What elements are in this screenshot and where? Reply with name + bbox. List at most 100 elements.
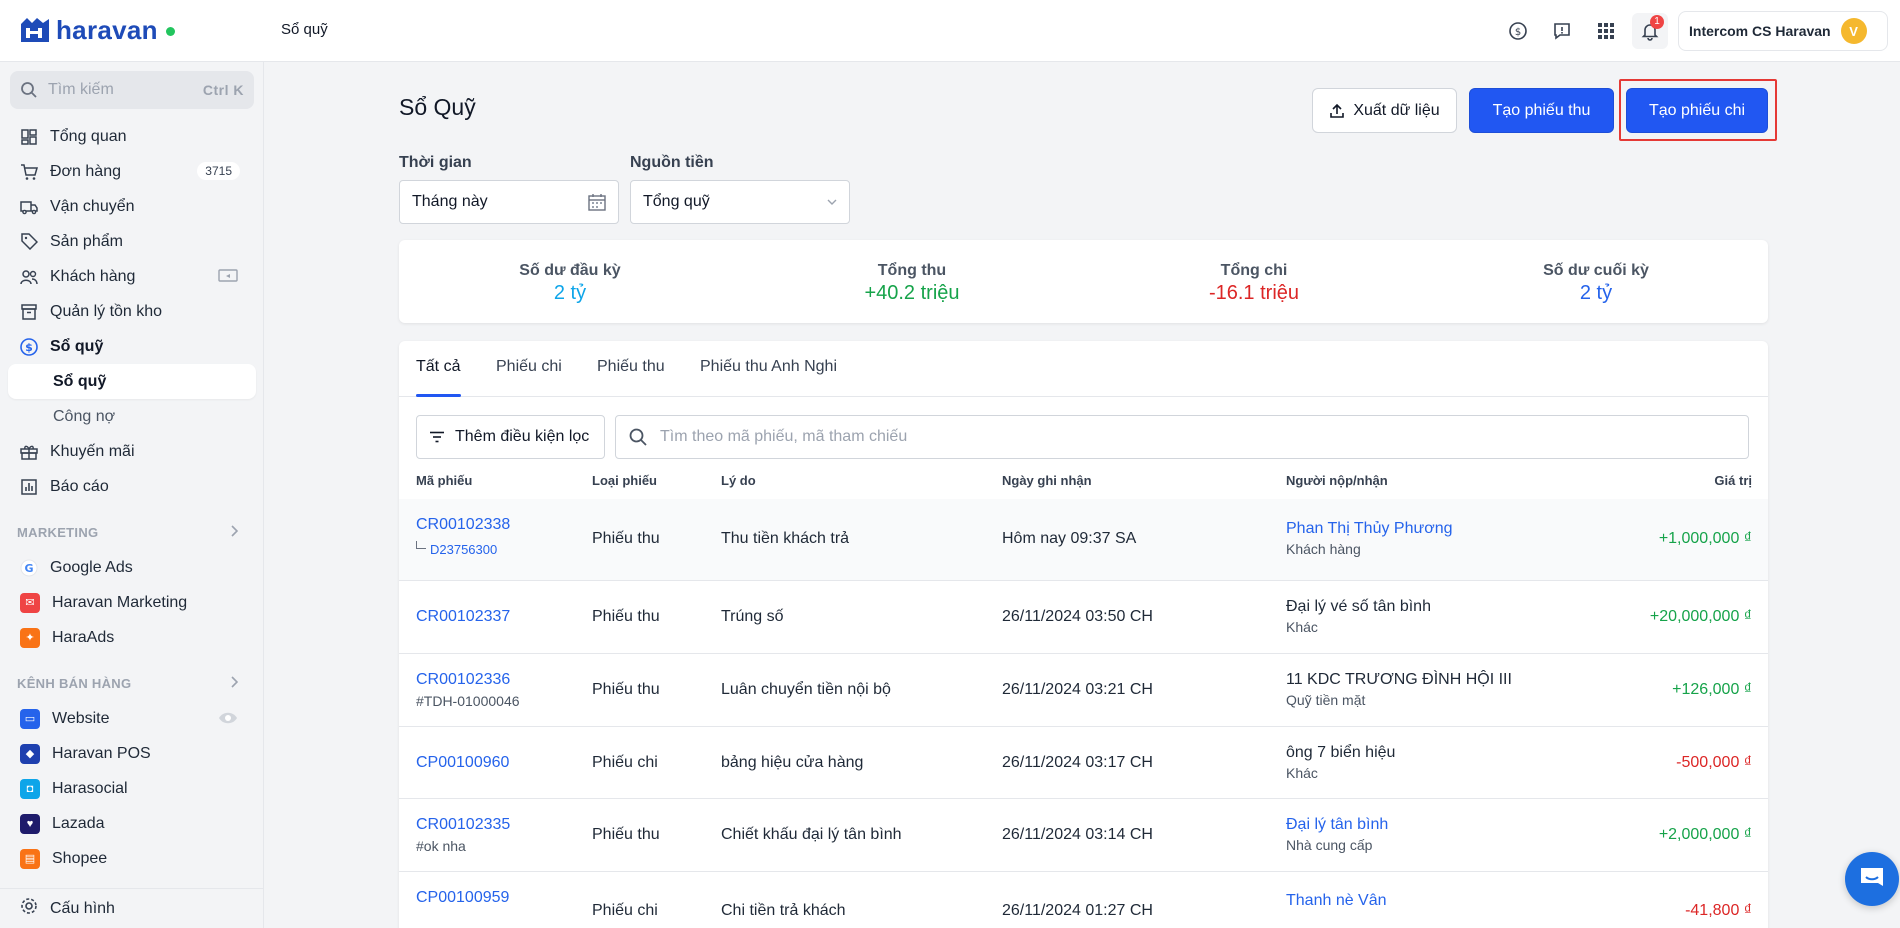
search-shortcut: Ctrl K <box>202 82 244 98</box>
table-row[interactable]: CR00102336 #TDH-01000046 Phiếu thu Luân … <box>399 654 1768 727</box>
eye-icon[interactable] <box>218 711 238 730</box>
table-search-input[interactable]: Tìm theo mã phiếu, mã tham chiếu <box>615 415 1749 459</box>
sidebar-item-haravan-pos[interactable]: ◆ Haravan POS <box>0 736 263 771</box>
tab-receipts-anh-nghi[interactable]: Phiếu thu Anh Nghi <box>700 358 837 376</box>
summary-label: Tổng thu <box>877 262 947 279</box>
summary-value: 2 tỷ <box>553 282 587 304</box>
voucher-reason: bảng hiệu cửa hàng <box>721 754 864 771</box>
summary-closing-balance: Số dư cuối kỳ 2 tỷ <box>1425 240 1767 323</box>
sidebar-item-website[interactable]: ▭ Website <box>0 701 263 736</box>
account-menu[interactable]: Intercom CS Haravan V <box>1678 11 1888 51</box>
table-row[interactable]: CR00102335 #ok nha Phiếu thu Chiết khấu … <box>399 799 1768 872</box>
voucher-code-link[interactable]: CR00102338 <box>416 516 510 534</box>
party-name: 11 KDC TRƯƠNG ĐÌNH HỘI III <box>1286 671 1512 688</box>
notification-bell-icon[interactable]: 1 <box>1632 13 1668 49</box>
sidebar-item-inventory[interactable]: Quản lý tồn kho <box>0 294 263 329</box>
sidebar-item-products[interactable]: Sản phẩm <box>0 224 263 259</box>
sidebar-item-label: Vận chuyển <box>50 197 135 215</box>
calendar-icon <box>588 194 606 211</box>
column-header[interactable]: Loại phiếu <box>592 473 657 488</box>
column-header[interactable]: Người nộp/nhận <box>1286 473 1388 488</box>
source-filter-value: Tổng quỹ <box>643 193 710 210</box>
sidebar-item-overview[interactable]: Tổng quan <box>0 119 263 154</box>
voucher-code-link[interactable]: CR00102336 <box>416 671 510 689</box>
sidebar-item-shipping[interactable]: Vận chuyển <box>0 189 263 224</box>
source-filter-label: Nguồn tiền <box>630 154 714 171</box>
sidebar-item-label: Đơn hàng <box>50 162 121 180</box>
sidebar-item-reports[interactable]: Báo cáo <box>0 469 263 504</box>
sidebar-item-label: Khuyến mãi <box>50 442 135 460</box>
export-data-button[interactable]: Xuất dữ liệu <box>1312 88 1457 133</box>
chevron-down-icon <box>827 199 837 205</box>
table-row[interactable]: CP00100959 Phiếu chi Chi tiền trả khách … <box>399 872 1768 928</box>
voucher-code-link[interactable]: CP00100960 <box>416 754 509 772</box>
haravan-logo[interactable]: haravan <box>18 14 175 46</box>
sidebar-search[interactable]: Tìm kiếm Ctrl K <box>10 71 254 109</box>
sidebar-item-harasocial[interactable]: ◘ Harasocial <box>0 771 263 806</box>
page-title: Sổ Quỹ <box>399 94 476 120</box>
create-payment-button[interactable]: Tạo phiếu chi <box>1626 88 1768 133</box>
sidebar-item-settings[interactable]: Cấu hình <box>0 888 263 928</box>
party-link[interactable]: Thanh nè Vân <box>1286 892 1387 910</box>
voucher-code-link[interactable]: CR00102337 <box>416 608 510 626</box>
sidebar-item-google-ads[interactable]: G Google Ads <box>0 550 263 585</box>
google-icon: G <box>20 559 38 577</box>
table-row[interactable]: CR00102338 D23756300 Phiếu thu Thu tiền … <box>399 499 1768 581</box>
sidebar-item-customers[interactable]: Khách hàng <box>0 259 263 294</box>
party-type: Khác <box>1286 619 1318 635</box>
table-row[interactable]: CR00102337 Phiếu thu Trúng số 26/11/2024… <box>399 581 1768 654</box>
sidebar-item-haraads[interactable]: ✦ HaraAds <box>0 620 263 655</box>
cart-icon <box>20 163 38 181</box>
top-bar: haravan Sổ quỹ $ 1 Intercom CS Haravan V <box>0 0 1900 62</box>
column-header[interactable]: Giá trị <box>1714 473 1752 488</box>
sidebar-subitem-debt[interactable]: Công nợ <box>0 399 263 434</box>
search-input[interactable]: Tìm kiếm <box>48 81 193 99</box>
column-header[interactable]: Mã phiếu <box>416 473 472 488</box>
sidebar-item-lazada[interactable]: ♥ Lazada <box>0 806 263 841</box>
voucher-type: Phiếu thu <box>592 826 660 843</box>
time-filter-value: Tháng này <box>412 193 488 210</box>
sidebar-subitem-cashbook[interactable]: Sổ quỹ <box>8 364 256 399</box>
sidebar-item-shopee[interactable]: ▤ Shopee <box>0 841 263 876</box>
screen-share-icon[interactable] <box>218 268 238 289</box>
voucher-code-link[interactable]: CR00102335 <box>416 816 510 834</box>
tab-all[interactable]: Tất cả <box>416 358 460 376</box>
column-header[interactable]: Ngày ghi nhận <box>1002 473 1092 488</box>
apps-grid-icon[interactable] <box>1588 13 1624 49</box>
website-icon: ▭ <box>20 708 40 729</box>
summary-label: Số dư cuối kỳ <box>1543 262 1649 279</box>
marketing-section-header[interactable]: MARKETING <box>0 514 263 550</box>
sidebar-item-haravan-marketing[interactable]: ✉ Haravan Marketing <box>0 585 263 620</box>
party-link[interactable]: Đại lý tân bình <box>1286 816 1388 834</box>
cash-cycle-icon[interactable]: $ <box>1500 13 1536 49</box>
create-receipt-button[interactable]: Tạo phiếu thu <box>1469 88 1614 133</box>
add-filter-button[interactable]: Thêm điều kiện lọc <box>416 415 605 459</box>
voucher-date: 26/11/2024 03:21 CH <box>1002 681 1153 698</box>
source-filter-select[interactable]: Tổng quỹ <box>630 180 850 224</box>
party-link[interactable]: Phan Thị Thủy Phương <box>1286 520 1453 538</box>
column-header[interactable]: Lý do <box>721 473 756 488</box>
summary-total-income: Tổng thu +40.2 triệu <box>741 240 1083 323</box>
voucher-amount: +2,000,000 ₫ <box>1658 826 1752 843</box>
reference-link[interactable]: D23756300 <box>430 542 497 557</box>
dashboard-icon <box>20 128 38 146</box>
sidebar-item-promotions[interactable]: Khuyến mãi <box>0 434 263 469</box>
summary-panel: Số dư đầu kỳ 2 tỷ Tổng thu +40.2 triệu T… <box>399 240 1768 323</box>
transactions-card: Tất cả Phiếu chi Phiếu thu Phiếu thu Anh… <box>399 341 1768 928</box>
table-row[interactable]: CP00100960 Phiếu chi bảng hiệu cửa hàng … <box>399 727 1768 799</box>
tab-payments[interactable]: Phiếu chi <box>496 358 562 376</box>
sales-channels-section-header[interactable]: KÊNH BÁN HÀNG <box>0 665 263 701</box>
sidebar-item-orders[interactable]: Đơn hàng 3715 <box>0 154 263 189</box>
sidebar: Tìm kiếm Ctrl K Tổng quan Đơn hàng 3715 … <box>0 62 264 928</box>
voucher-code-link[interactable]: CP00100959 <box>416 889 509 907</box>
tab-receipts[interactable]: Phiếu thu <box>597 358 665 376</box>
sidebar-item-label: Sản phẩm <box>50 232 123 250</box>
voucher-reason: Chiết khấu đại lý tân bình <box>721 826 902 843</box>
feedback-icon[interactable] <box>1544 13 1580 49</box>
sidebar-item-cashbook[interactable]: $ Sổ quỹ <box>0 329 263 364</box>
time-filter-select[interactable]: Tháng này <box>399 180 619 224</box>
chat-support-button[interactable] <box>1845 852 1899 906</box>
summary-opening-balance: Số dư đầu kỳ 2 tỷ <box>399 240 741 323</box>
voucher-date: 26/11/2024 01:27 CH <box>1002 902 1153 919</box>
voucher-date: 26/11/2024 03:14 CH <box>1002 826 1153 843</box>
